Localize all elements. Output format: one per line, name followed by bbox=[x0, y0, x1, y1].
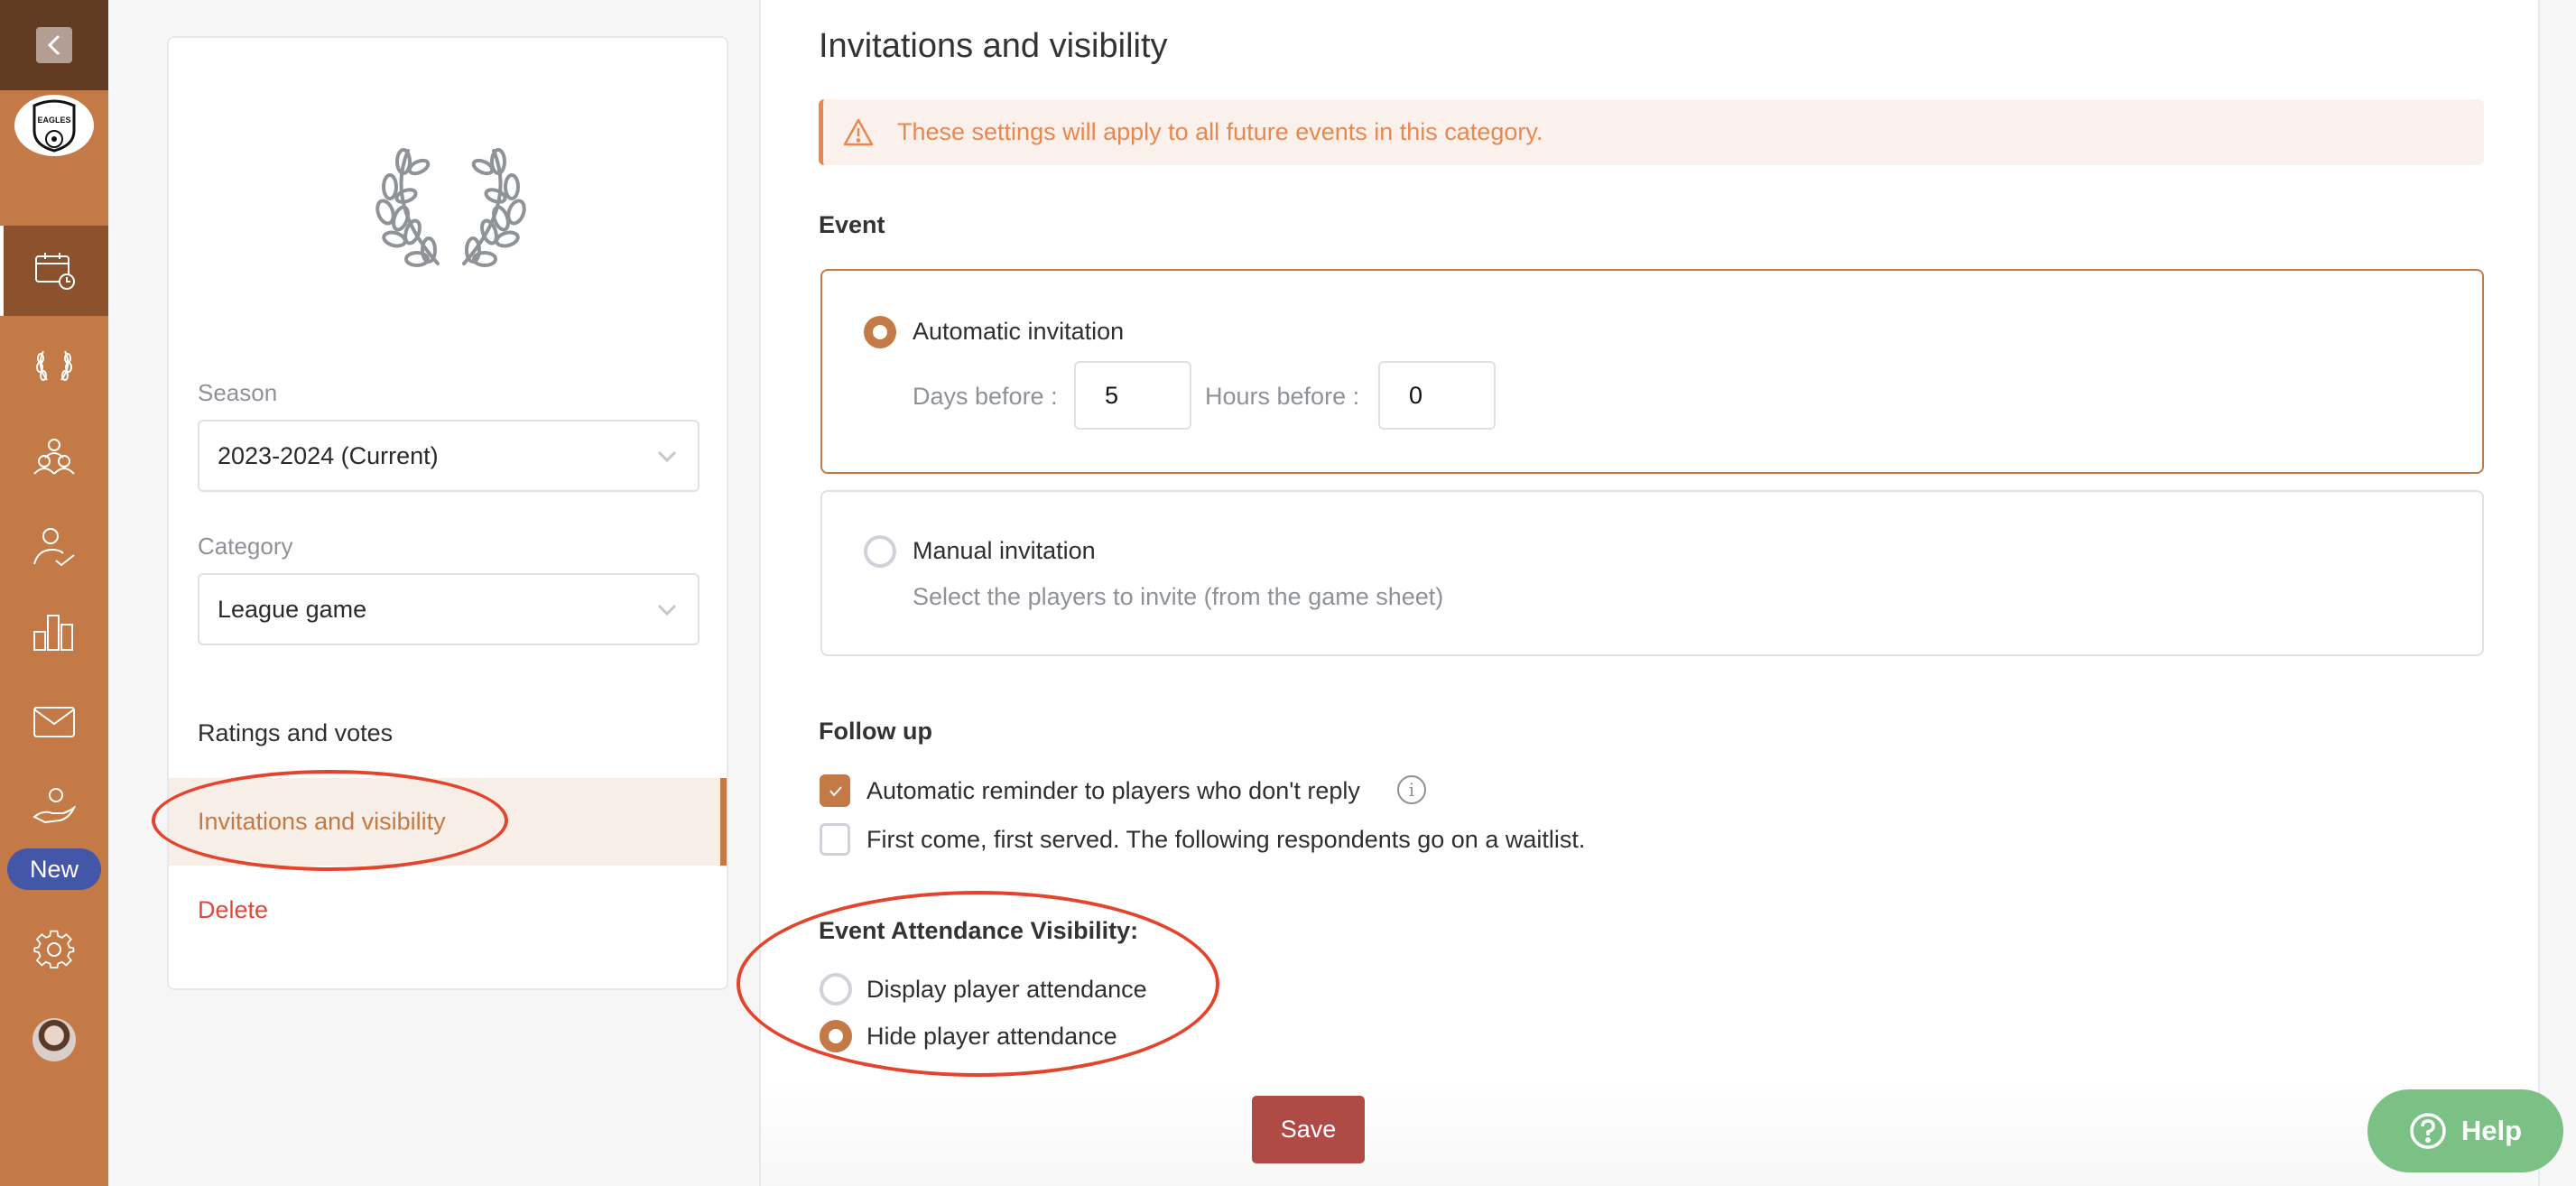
manual-invitation-description: Select the players to invite (from the g… bbox=[913, 583, 1444, 610]
chevron-down-icon bbox=[657, 604, 677, 616]
category-settings-panel: Season 2023-2024 (Current) Category Leag… bbox=[167, 36, 728, 990]
nav-settings[interactable] bbox=[0, 913, 108, 986]
manual-invitation-radio[interactable] bbox=[864, 535, 896, 568]
main-panel: Invitations and visibility These setting… bbox=[759, 0, 2540, 1186]
user-avatar[interactable] bbox=[32, 1018, 76, 1061]
manual-invitation-option[interactable]: Manual invitation Select the players to … bbox=[820, 490, 2484, 656]
event-section-label: Event bbox=[819, 211, 885, 238]
season-label: Season bbox=[198, 379, 278, 406]
display-attendance-label: Display player attendance bbox=[866, 976, 1147, 1003]
attendance-visibility-label: Event Attendance Visibility: bbox=[819, 917, 1139, 944]
days-before-input[interactable]: 5 bbox=[1074, 361, 1191, 430]
nav-statistics[interactable] bbox=[0, 596, 108, 668]
chevron-down-icon bbox=[657, 450, 677, 463]
hours-before-label: Hours before : bbox=[1205, 383, 1360, 410]
first-come-label: First come, first served. The following … bbox=[866, 826, 1586, 853]
gear-icon bbox=[33, 930, 75, 969]
hide-attendance-label: Hide player attendance bbox=[866, 1023, 1117, 1050]
group-icon bbox=[33, 439, 75, 475]
warning-banner: These settings will apply to all future … bbox=[819, 99, 2484, 165]
display-attendance-radio[interactable] bbox=[820, 973, 852, 1005]
automatic-invitation-label: Automatic invitation bbox=[913, 318, 1125, 345]
chevron-left-icon bbox=[47, 34, 60, 56]
nav-competitions[interactable] bbox=[0, 329, 108, 402]
category-select[interactable]: League game bbox=[198, 573, 700, 645]
mail-icon bbox=[33, 707, 75, 737]
eagles-crest-icon: EAGLES bbox=[32, 99, 76, 153]
help-label: Help bbox=[2460, 1115, 2523, 1146]
laurel-wreath-icon bbox=[375, 148, 526, 267]
new-badge: New bbox=[7, 848, 101, 890]
menu-invitations-and-visibility[interactable]: Invitations and visibility bbox=[169, 778, 727, 866]
help-button[interactable]: Help bbox=[2368, 1089, 2563, 1172]
person-check-icon bbox=[33, 528, 75, 567]
checkmark-icon bbox=[829, 786, 842, 797]
sidebar: EAGLES New bbox=[0, 0, 108, 1186]
menu-delete[interactable]: Delete bbox=[169, 866, 727, 954]
warning-text: These settings will apply to all future … bbox=[897, 118, 1543, 145]
nav-sponsorship[interactable] bbox=[0, 776, 108, 839]
laurel-icon bbox=[36, 350, 72, 381]
hand-person-icon bbox=[32, 788, 76, 824]
bar-chart-icon bbox=[33, 615, 73, 651]
automatic-invitation-radio[interactable] bbox=[864, 316, 896, 348]
collapse-sidebar-button[interactable] bbox=[36, 27, 72, 63]
automatic-reminder-checkbox[interactable] bbox=[820, 774, 850, 807]
days-before-label: Days before : bbox=[913, 383, 1058, 410]
nav-attendance[interactable] bbox=[0, 510, 108, 582]
category-label: Category bbox=[198, 533, 293, 560]
panel-footer-fade bbox=[761, 1078, 2538, 1186]
question-circle-icon bbox=[2410, 1113, 2446, 1149]
page-title: Invitations and visibility bbox=[819, 27, 1168, 65]
save-button[interactable]: Save bbox=[1252, 1096, 1365, 1163]
club-logo[interactable]: EAGLES bbox=[14, 95, 94, 156]
season-select[interactable]: 2023-2024 (Current) bbox=[198, 420, 700, 492]
category-value: League game bbox=[218, 595, 367, 623]
menu-ratings-and-votes[interactable]: Ratings and votes bbox=[169, 690, 727, 777]
hide-attendance-radio[interactable] bbox=[820, 1020, 852, 1052]
warning-icon bbox=[843, 118, 874, 145]
hours-before-input[interactable]: 0 bbox=[1378, 361, 1496, 430]
automatic-invitation-option[interactable]: Automatic invitation Days before : 5 Hou… bbox=[820, 269, 2484, 474]
automatic-reminder-label: Automatic reminder to players who don't … bbox=[866, 777, 1360, 804]
manual-invitation-label: Manual invitation bbox=[913, 537, 1096, 564]
svg-text:EAGLES: EAGLES bbox=[37, 116, 70, 125]
first-come-checkbox[interactable] bbox=[820, 823, 850, 856]
calendar-clock-icon bbox=[35, 253, 75, 290]
follow-up-label: Follow up bbox=[819, 718, 932, 745]
nav-messages[interactable] bbox=[0, 686, 108, 758]
info-icon[interactable]: i bbox=[1397, 775, 1426, 804]
nav-teams[interactable] bbox=[0, 420, 108, 492]
nav-events[interactable] bbox=[0, 226, 108, 316]
season-value: 2023-2024 (Current) bbox=[218, 441, 439, 469]
